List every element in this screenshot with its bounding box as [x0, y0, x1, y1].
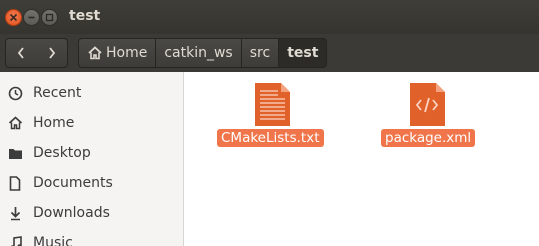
chevron-left-icon	[17, 47, 24, 59]
breadcrumb-label: src	[249, 45, 271, 61]
xml-file-icon	[410, 83, 445, 126]
folder-icon	[7, 147, 23, 160]
toolbar: Home catkin_ws src test	[0, 34, 539, 72]
document-icon	[7, 175, 23, 191]
maximize-button[interactable]	[41, 9, 58, 26]
minimize-button[interactable]	[23, 9, 40, 26]
sidebar-item-label: Downloads	[33, 205, 110, 221]
sidebar-item-home[interactable]: Home	[0, 109, 184, 137]
download-icon	[7, 206, 23, 221]
titlebar: test	[0, 0, 539, 34]
breadcrumb-label: test	[287, 45, 319, 61]
breadcrumb: Home catkin_ws src test	[78, 38, 328, 68]
back-button[interactable]	[5, 38, 37, 68]
sidebar-item-label: Home	[33, 115, 75, 131]
sidebar-item-downloads[interactable]: Downloads	[0, 199, 184, 227]
minimize-icon	[28, 16, 35, 19]
sidebar-item-label: Documents	[33, 175, 113, 191]
sidebar-item-music[interactable]: Music	[0, 229, 184, 246]
sidebar-item-documents[interactable]: Documents	[0, 169, 184, 197]
sidebar-item-label: Recent	[33, 85, 82, 101]
close-icon	[9, 13, 18, 22]
music-icon	[7, 235, 23, 246]
sidebar-item-desktop[interactable]: Desktop	[0, 139, 184, 167]
forward-button[interactable]	[36, 38, 68, 68]
breadcrumb-label: catkin_ws	[164, 45, 233, 61]
home-icon	[87, 46, 103, 60]
close-button[interactable]	[5, 9, 22, 26]
chevron-right-icon	[48, 47, 55, 59]
sidebar: Recent Home Desktop Documents Downloads …	[0, 72, 184, 246]
home-icon	[7, 116, 23, 130]
file-view: CMakeLists.txt package.xml	[185, 72, 539, 246]
breadcrumb-src[interactable]: src	[241, 38, 280, 68]
file-manager-window: test Home catkin_ws src test Recent Home…	[0, 0, 539, 246]
window-title: test	[69, 8, 101, 24]
breadcrumb-home[interactable]: Home	[78, 38, 157, 68]
clock-icon	[7, 86, 23, 101]
file-item[interactable]: CMakeLists.txt	[215, 82, 330, 152]
breadcrumb-label: Home	[106, 45, 148, 61]
file-item[interactable]: package.xml	[375, 82, 480, 152]
maximize-icon	[45, 13, 54, 22]
sidebar-item-label: Desktop	[33, 145, 91, 161]
file-name-label: package.xml	[381, 129, 476, 147]
text-file-icon	[255, 83, 290, 126]
sidebar-item-label: Music	[33, 235, 73, 246]
breadcrumb-test[interactable]: test	[279, 38, 328, 68]
sidebar-item-recent[interactable]: Recent	[0, 79, 184, 107]
file-name-label: CMakeLists.txt	[217, 129, 324, 147]
breadcrumb-catkin-ws[interactable]: catkin_ws	[156, 38, 242, 68]
